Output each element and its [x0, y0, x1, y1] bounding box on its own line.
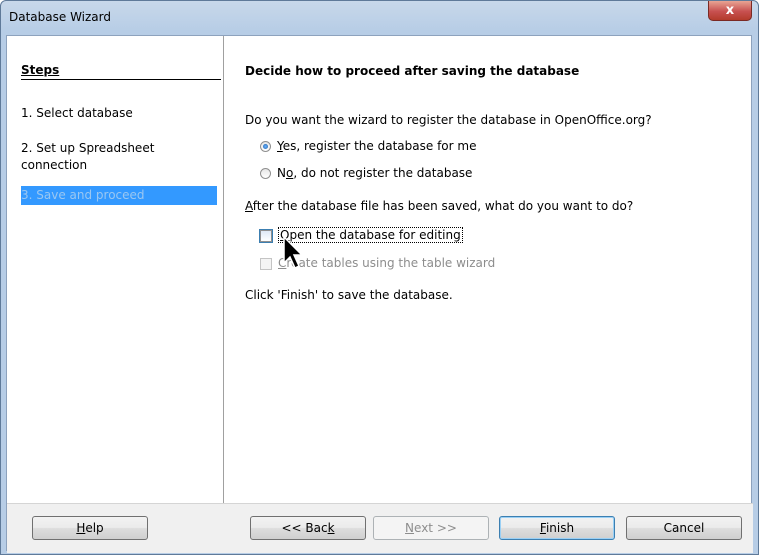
wizard-button-row: Help << Back Next >> Finish Cancel	[7, 503, 753, 553]
create-tables-label: reate tables using the table wizard	[286, 256, 496, 270]
next-button[interactable]: Next >>	[373, 516, 489, 540]
help-button[interactable]: Help	[32, 516, 148, 540]
register-no-label: , do not register the database	[293, 166, 473, 180]
next-mnemonic: N	[405, 521, 415, 535]
cancel-button[interactable]: Cancel	[626, 516, 742, 540]
wizard-client-area: Steps 1. Select database 2. Set up Sprea…	[6, 35, 753, 553]
checkbox-disabled-icon	[260, 257, 272, 270]
step-select-database[interactable]: 1. Select database	[21, 106, 133, 120]
finish-button[interactable]: Finish	[499, 516, 615, 540]
close-button[interactable]: x	[708, 1, 752, 21]
register-question: Do you want the wizard to register the d…	[245, 113, 652, 127]
step-save-and-proceed[interactable]: 3. Save and proceed	[21, 186, 217, 205]
register-yes-radio[interactable]: Yes, register the database for me	[260, 138, 476, 154]
open-label-text: pen the database for editing	[289, 228, 461, 242]
page-title: Decide how to proceed after saving the d…	[245, 64, 580, 78]
radio-unselected-icon	[260, 168, 271, 179]
register-no-prefix: N	[277, 166, 286, 180]
title-bar[interactable]: Database Wizard x	[1, 1, 758, 35]
back-button[interactable]: << Back	[250, 516, 366, 540]
radio-selected-icon	[260, 141, 271, 152]
checkbox-icon	[259, 228, 273, 243]
finish-label: inish	[545, 521, 575, 535]
register-yes-label: es, register the database for me	[282, 139, 477, 153]
window-title: Database Wizard	[9, 10, 111, 24]
back-label: << Bac	[281, 521, 328, 535]
register-no-radio[interactable]: No, do not register the database	[260, 165, 472, 181]
finish-note: Click 'Finish' to save the database.	[245, 288, 453, 302]
steps-heading: Steps	[21, 63, 221, 80]
help-mnemonic: H	[76, 521, 86, 535]
next-label: ext >>	[414, 521, 457, 535]
step-spreadsheet-connection[interactable]: 2. Set up Spreadsheet connection	[21, 140, 211, 174]
help-label: elp	[85, 521, 104, 535]
close-icon: x	[725, 3, 735, 18]
after-save-question: After the database file has been saved, …	[245, 199, 633, 213]
mouse-pointer-icon	[283, 235, 304, 270]
database-wizard-window: Database Wizard x Steps 1. Select databa…	[0, 0, 759, 555]
after-save-mnemonic: A	[245, 199, 253, 213]
steps-pane: Steps 1. Select database 2. Set up Sprea…	[7, 36, 222, 503]
back-mnemonic: k	[327, 521, 335, 535]
after-save-text: fter the database file has been saved, w…	[252, 199, 634, 213]
